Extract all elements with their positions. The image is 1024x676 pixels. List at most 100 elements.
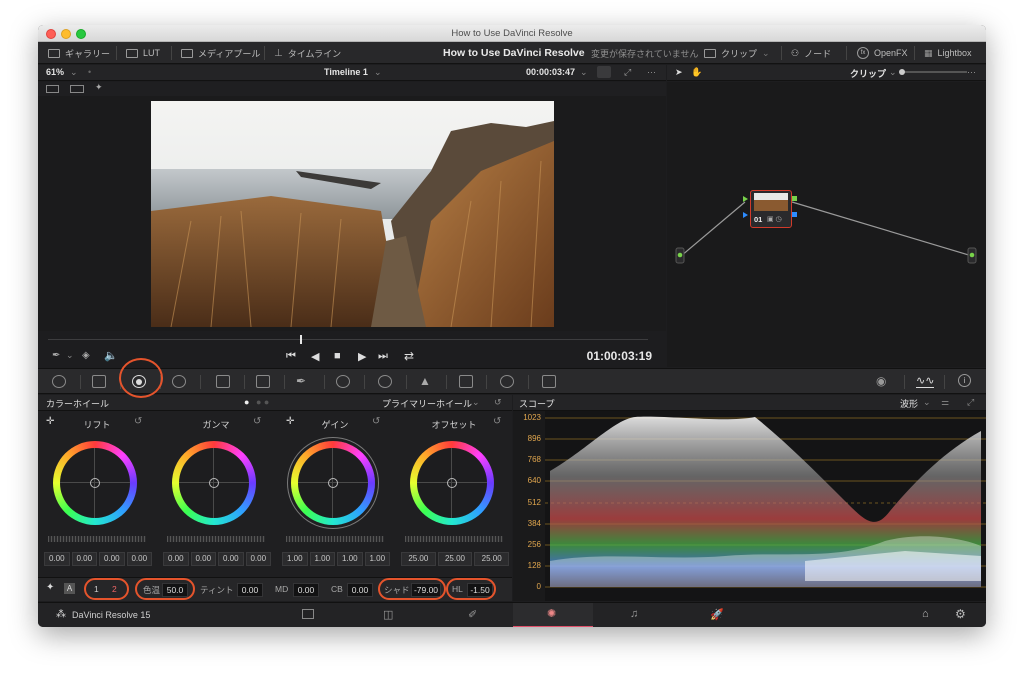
- timeline-button[interactable]: ⊥ タイムライン: [274, 42, 341, 64]
- media-pool-button[interactable]: メディアプール: [181, 42, 260, 64]
- more-options-icon[interactable]: ···: [647, 67, 656, 77]
- blur-icon[interactable]: ▲: [419, 374, 431, 388]
- hand-tool-icon[interactable]: ✋: [691, 67, 702, 78]
- cut-page-icon[interactable]: ◫: [383, 608, 393, 621]
- magic-wand-icon[interactable]: ✦: [95, 82, 103, 93]
- camera-raw-icon[interactable]: [52, 375, 66, 388]
- node-output-icon[interactable]: [792, 196, 797, 201]
- node-mode-chevron-icon[interactable]: ⌄: [889, 67, 897, 78]
- scope-expand-icon[interactable]: ⤢: [967, 397, 974, 408]
- offset-b-value[interactable]: 25.00: [474, 552, 510, 566]
- gamma-g-value[interactable]: 0.00: [218, 552, 244, 566]
- gamma-wheel-handle[interactable]: [209, 478, 219, 488]
- color-node-01[interactable]: 01 ▣ ◷: [750, 190, 792, 228]
- lift-wheel-handle[interactable]: [90, 478, 100, 488]
- node-alpha-output-icon[interactable]: [792, 212, 797, 217]
- tint-value[interactable]: 0.00: [237, 583, 263, 597]
- media-page-icon[interactable]: [302, 609, 314, 619]
- node-zoom-handle[interactable]: [899, 69, 905, 75]
- lightbox-button[interactable]: ▦ Lightbox: [924, 42, 972, 64]
- node-input-icon[interactable]: [743, 196, 748, 202]
- motion-effects-icon[interactable]: [216, 375, 230, 388]
- node-button[interactable]: ⚇ ノード: [791, 42, 831, 64]
- scrubber-track[interactable]: [48, 339, 648, 340]
- sizing-icon[interactable]: [500, 375, 514, 388]
- color-boost-value[interactable]: 0.00: [347, 583, 373, 597]
- lift-y-value[interactable]: 0.00: [44, 552, 70, 566]
- scope-mode-select[interactable]: 波形: [900, 397, 918, 410]
- layers-icon[interactable]: ◈: [82, 350, 90, 361]
- gain-wheel[interactable]: [291, 441, 375, 525]
- fullscreen-icon[interactable]: ⤢: [624, 67, 631, 78]
- chevron-down-icon[interactable]: ⌄: [66, 350, 74, 361]
- pointer-tool-icon[interactable]: ➤: [675, 67, 683, 78]
- offset-g-value[interactable]: 25.00: [437, 552, 473, 566]
- info-icon[interactable]: i: [958, 374, 971, 387]
- node-mode-label[interactable]: クリップ: [850, 67, 886, 80]
- loop-icon[interactable]: ⇄: [404, 349, 414, 363]
- node-editor[interactable]: 01 ▣ ◷: [667, 82, 986, 367]
- gain-b-value[interactable]: 1.00: [364, 552, 390, 566]
- lift-b-value[interactable]: 0.00: [126, 552, 152, 566]
- video-frame[interactable]: [151, 101, 554, 327]
- timecode-chevron-icon[interactable]: ⌄: [580, 67, 588, 78]
- lut-button[interactable]: LUT: [126, 42, 160, 64]
- gain-y-value[interactable]: 1.00: [282, 552, 308, 566]
- color-match-icon[interactable]: [92, 375, 106, 388]
- split-viewer-icon[interactable]: [70, 85, 84, 93]
- gain-master-slider[interactable]: [286, 536, 384, 542]
- stop-icon[interactable]: ■: [334, 350, 341, 362]
- offset-master-slider[interactable]: [405, 536, 503, 542]
- scope-mode-chevron-icon[interactable]: ⌄: [923, 397, 931, 408]
- 3d-icon[interactable]: [542, 375, 556, 388]
- curves-icon[interactable]: [256, 375, 270, 388]
- lift-r-value[interactable]: 0.00: [71, 552, 97, 566]
- video-viewer[interactable]: [38, 96, 666, 331]
- lift-wheel[interactable]: [53, 441, 137, 525]
- lift-g-value[interactable]: 0.00: [99, 552, 125, 566]
- gain-reset-icon[interactable]: ↺: [372, 416, 380, 427]
- page-indicator[interactable]: ● ●: [256, 397, 269, 407]
- color-display-icon[interactable]: [597, 66, 611, 78]
- single-viewer-icon[interactable]: [46, 85, 59, 93]
- timeline-name[interactable]: Timeline 1: [324, 67, 368, 77]
- deliver-page-icon[interactable]: 🚀: [710, 608, 724, 621]
- zoom-chevron-icon[interactable]: ⌄: [70, 67, 78, 78]
- openfx-button[interactable]: fx OpenFX: [857, 42, 908, 64]
- scopes-icon[interactable]: ∿∿: [916, 374, 935, 388]
- qualifier-icon[interactable]: ✒: [296, 374, 306, 388]
- lift-master-slider[interactable]: [48, 536, 146, 542]
- speaker-icon[interactable]: 🔈: [104, 349, 118, 362]
- gamma-b-value[interactable]: 0.00: [245, 552, 271, 566]
- play-icon[interactable]: ▶: [358, 350, 366, 363]
- clip-button[interactable]: クリップ ⌄: [704, 42, 770, 64]
- reset-all-icon[interactable]: ↺: [494, 397, 502, 408]
- node-more-icon[interactable]: ···: [967, 67, 976, 77]
- zoom-level[interactable]: 61%: [46, 67, 64, 77]
- lift-reset-icon[interactable]: ↺: [134, 416, 142, 427]
- rgb-mixer-icon[interactable]: [172, 375, 186, 388]
- home-icon[interactable]: ⌂: [922, 608, 929, 620]
- midtone-detail-value[interactable]: 0.00: [293, 583, 319, 597]
- wheel-mode-select[interactable]: プライマリーホイール: [382, 397, 472, 410]
- auto-balance-icon[interactable]: ✦: [46, 582, 54, 593]
- fairlight-page-icon[interactable]: ♫: [630, 608, 638, 620]
- auto-icon[interactable]: A: [64, 583, 75, 594]
- timeline-chevron-icon[interactable]: ⌄: [374, 67, 382, 78]
- gain-g-value[interactable]: 1.00: [337, 552, 363, 566]
- gain-r-value[interactable]: 1.00: [309, 552, 335, 566]
- wheel-mode-chevron-icon[interactable]: ⌄: [472, 397, 480, 408]
- playhead[interactable]: [300, 335, 302, 344]
- gamma-y-value[interactable]: 0.00: [163, 552, 189, 566]
- node-zoom-slider[interactable]: [902, 71, 967, 73]
- play-reverse-icon[interactable]: ◀: [311, 350, 319, 363]
- eyedropper-icon[interactable]: ✒: [52, 350, 60, 361]
- gamma-wheel[interactable]: [172, 441, 256, 525]
- edit-page-icon[interactable]: ✐: [468, 608, 477, 621]
- page-indicator-active[interactable]: ●: [244, 397, 249, 407]
- gallery-button[interactable]: ギャラリー: [48, 42, 110, 64]
- skip-to-start-icon[interactable]: ⏮: [286, 350, 296, 363]
- gain-wheel-handle[interactable]: [328, 478, 338, 488]
- offset-reset-icon[interactable]: ↺: [493, 416, 501, 427]
- offset-r-value[interactable]: 25.00: [401, 552, 436, 566]
